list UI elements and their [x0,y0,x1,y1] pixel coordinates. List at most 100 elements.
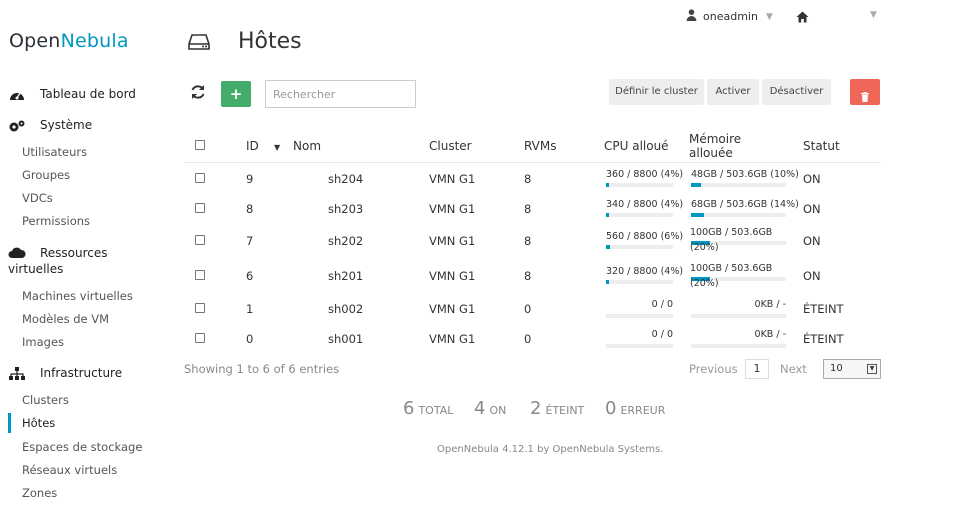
cell-memory: 100GB / 503.6GB [690,263,773,274]
nav-clusters[interactable]: Clusters [22,393,69,407]
cell-rvms: 8 [524,172,532,186]
active-indicator [8,413,11,433]
col-rvms[interactable]: RVMs [524,139,557,153]
memory-bar [691,344,786,348]
cell-name: sh203 [328,202,364,216]
cell-status: ON [803,234,821,248]
col-name[interactable]: Nom [293,139,321,153]
chevron-down-icon: ▼ [765,11,773,22]
cell-cpu: 560 / 8800 (6%) [606,231,684,242]
row-checkbox[interactable] [195,235,205,245]
row-checkbox[interactable] [195,173,205,183]
hard-drive-icon [188,33,210,51]
set-cluster-button[interactable]: Définir le cluster [609,79,704,105]
cell-cluster: VMN G1 [429,332,476,346]
col-cluster[interactable]: Cluster [429,139,472,153]
stat-total: 6 TOTAL [403,398,454,419]
cell-cluster: VMN G1 [429,202,476,216]
cell-status: ÉTEINT [803,302,844,316]
cpu-bar [606,280,673,284]
cell-cpu: 0 / 0 [651,299,673,310]
cpu-bar [606,314,673,318]
nav-zones[interactable]: Zones [22,486,57,500]
nav-infrastructure[interactable]: Infrastructure [8,366,122,380]
cell-cluster: VMN G1 [429,172,476,186]
zone-dropdown-icon[interactable]: ▼ [870,10,877,20]
nav-permissions[interactable]: Permissions [22,214,90,228]
cell-memory: 0KB / - [754,329,786,340]
current-page-button[interactable]: 1 [745,359,769,379]
select-all-checkbox[interactable] [195,140,205,150]
cell-status: ÉTEINT [803,332,844,346]
page-size-select[interactable]: 10 ▼ [823,359,881,379]
row-checkbox[interactable] [195,303,205,313]
cell-name: sh002 [328,302,364,316]
cell-name: sh201 [328,269,364,283]
entries-info: Showing 1 to 6 of 6 entries [184,362,340,376]
sort-desc-icon[interactable]: ▼ [274,143,280,152]
cell-id: 0 [246,332,254,346]
cell-memory: 100GB / 503.6GB [690,227,773,238]
row-checkbox[interactable] [195,333,205,343]
memory-bar [691,314,786,318]
cell-cluster: VMN G1 [429,269,476,283]
cpu-bar [606,183,673,187]
memory-bar [691,183,786,187]
row-checkbox[interactable] [195,270,205,280]
header-divider [184,162,881,163]
disable-button[interactable]: Désactiver [762,79,831,105]
col-status[interactable]: Statut [803,139,840,153]
cell-cpu: 0 / 0 [651,329,673,340]
refresh-icon[interactable] [189,83,207,101]
nav-images[interactable]: Images [22,335,64,349]
cell-cpu: 320 / 8800 (4%) [606,266,684,277]
nav-templates[interactable]: Modèles de VM [22,312,109,326]
add-host-button[interactable]: + [221,81,251,107]
col-id[interactable]: ID [246,139,259,153]
cell-name: sh001 [328,332,364,346]
nav-vnets[interactable]: Réseaux virtuels [22,463,117,477]
nav-hosts[interactable]: Hôtes [22,416,55,430]
home-icon[interactable] [796,8,809,27]
cell-rvms: 8 [524,234,532,248]
nav-dashboard[interactable]: Tableau de bord [8,87,136,101]
enable-button[interactable]: Activer [707,79,759,105]
previous-page-button[interactable]: Previous [689,362,738,376]
stat-error: 0 ERREUR [605,398,666,419]
row-checkbox[interactable] [195,203,205,213]
nav-system[interactable]: Système [8,118,92,132]
stat-off: 2 ÉTEINT [530,398,585,419]
cloud-icon [8,246,26,260]
cell-status: ON [803,172,821,186]
col-memory[interactable]: Mémoire allouée [689,132,741,160]
cell-status: ON [803,202,821,216]
page-title: Hôtes [238,29,302,54]
nav-groups[interactable]: Groupes [22,168,70,182]
cell-rvms: 0 [524,332,532,346]
opennebula-logo[interactable]: OpenNebula [9,30,129,52]
col-cpu[interactable]: CPU alloué [604,139,669,153]
nav-virtual-resources[interactable]: Ressources [8,245,108,262]
nav-vdcs[interactable]: VDCs [22,191,53,205]
sidebar: OpenNebula Tableau de bord Système Utili… [0,0,170,511]
user-menu[interactable]: oneadmin ▼ [686,9,773,24]
nav-users[interactable]: Utilisateurs [22,145,87,159]
trash-icon [861,87,869,106]
cell-memory: 68GB / 503.6GB (14%) [691,199,799,210]
cell-memory-pct: (20%) [690,278,719,289]
search-input[interactable] [265,80,416,108]
cell-cluster: VMN G1 [429,302,476,316]
cell-id: 1 [246,302,254,316]
cell-cluster: VMN G1 [429,234,476,248]
cell-cpu: 360 / 8800 (4%) [606,169,684,180]
cpu-bar [606,213,673,217]
nav-vms[interactable]: Machines virtuelles [22,289,133,303]
delete-button[interactable] [850,79,880,105]
cell-memory: 0KB / - [754,299,786,310]
next-page-button[interactable]: Next [780,362,807,376]
cell-status: ON [803,269,821,283]
cell-cpu: 340 / 8800 (4%) [606,199,684,210]
nav-virtual-resources-line2: virtuelles [8,262,64,276]
nav-datastores[interactable]: Espaces de stockage [22,440,142,454]
stat-on: 4 ON [474,398,507,419]
